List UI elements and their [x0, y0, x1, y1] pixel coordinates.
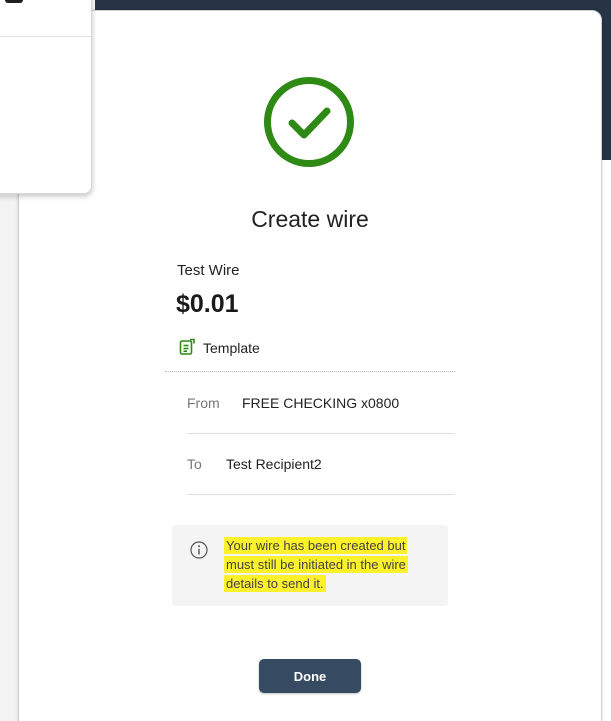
from-account-row: From FREE CHECKING x0800 — [187, 393, 455, 413]
info-icon — [190, 541, 208, 559]
from-value: FREE CHECKING x0800 — [242, 395, 400, 411]
wire-amount: $0.01 — [176, 290, 239, 318]
done-button[interactable]: Done — [259, 659, 361, 693]
section-divider — [165, 371, 455, 372]
notice-line: must still be initiated in the wire — [224, 556, 408, 573]
popup-divider — [0, 36, 91, 37]
template-icon — [179, 338, 195, 355]
to-label: To — [187, 456, 202, 472]
row-divider — [187, 433, 455, 434]
to-recipient-row: To Test Recipient2 — [187, 454, 455, 474]
wire-name: Test Wire — [177, 262, 240, 279]
notice-line: details to send it. — [224, 575, 326, 592]
template-label: Template — [203, 340, 260, 356]
create-wire-confirmation-modal: Create wire Test Wire $0.01 Template Fro… — [18, 10, 602, 721]
modal-title: Create wire — [251, 206, 369, 232]
notice-line: Your wire has been created but — [224, 537, 408, 554]
to-value: Test Recipient2 — [226, 456, 322, 472]
popup-menu-icon — [5, 0, 23, 3]
template-indicator: Template — [178, 334, 260, 356]
check-circle-icon — [264, 77, 354, 167]
wire-notice-box: Your wire has been created but must still… — [172, 525, 448, 606]
row-divider — [187, 494, 455, 495]
notice-message: Your wire has been created but must still… — [224, 536, 429, 593]
from-label: From — [187, 395, 220, 411]
background-popup-card — [0, 0, 92, 194]
screen: Create wire Test Wire $0.01 Template Fro… — [0, 0, 611, 721]
